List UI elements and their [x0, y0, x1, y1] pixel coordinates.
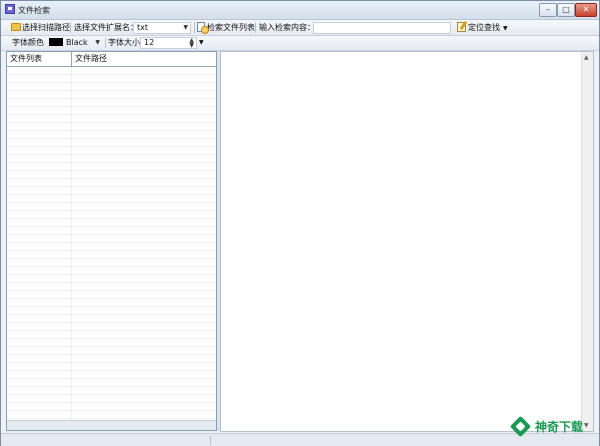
table-row[interactable]	[7, 227, 216, 235]
table-row[interactable]	[7, 131, 216, 139]
toolbar-separator	[194, 22, 195, 33]
table-row[interactable]	[7, 387, 216, 395]
ext-value: txt	[137, 23, 149, 32]
table-row[interactable]	[7, 355, 216, 363]
search-label: 输入检索内容：	[259, 23, 315, 32]
font-color-value: Black	[66, 38, 88, 47]
table-row[interactable]	[7, 307, 216, 315]
table-row[interactable]	[7, 219, 216, 227]
table-row[interactable]	[7, 267, 216, 275]
column-header-file-path[interactable]: 文件路径	[72, 52, 216, 66]
toolbar-separator	[70, 22, 71, 33]
table-row[interactable]	[7, 323, 216, 331]
font-size-input[interactable]: 12 ▲ ▼	[140, 37, 197, 49]
table-row[interactable]	[7, 163, 216, 171]
table-row[interactable]	[7, 315, 216, 323]
table-row[interactable]	[7, 139, 216, 147]
chevron-down-icon[interactable]: ▼	[503, 25, 508, 32]
column-header-file-list[interactable]: 文件列表	[7, 52, 72, 66]
font-toolbar: 字体颜色 Black ▼ 字体大小 12 ▲ ▼ ▼	[1, 36, 599, 51]
table-row[interactable]	[7, 403, 216, 411]
table-header: 文件列表 文件路径	[7, 52, 216, 67]
title-bar[interactable]: 文件检索 – □ ✕	[1, 1, 599, 20]
close-button[interactable]: ✕	[575, 3, 597, 17]
window-title: 文件检索	[18, 6, 50, 15]
scan-path-button[interactable]: 选择扫描路径	[11, 21, 70, 34]
watermark-text: 神奇下载	[535, 420, 584, 434]
list-search-icon	[197, 22, 209, 34]
content-viewer[interactable]: ▲ ▼	[220, 51, 594, 432]
chevron-down-icon[interactable]: ▼	[95, 38, 100, 48]
horizontal-scrollbar[interactable]	[7, 420, 216, 430]
status-bar	[1, 433, 599, 446]
table-row[interactable]	[7, 195, 216, 203]
chevron-down-icon[interactable]: ▼	[199, 39, 204, 46]
spinner-arrows-icon[interactable]: ▲ ▼	[189, 38, 194, 49]
table-row[interactable]	[7, 187, 216, 195]
font-size-value: 12	[144, 38, 155, 47]
minimize-button[interactable]: –	[539, 3, 557, 17]
minimize-icon: –	[546, 5, 550, 14]
vertical-scrollbar[interactable]: ▲ ▼	[581, 52, 593, 431]
font-size-label: 字体大小	[108, 38, 140, 47]
maximize-icon: □	[562, 5, 570, 14]
table-row[interactable]	[7, 379, 216, 387]
table-body[interactable]	[7, 67, 216, 422]
table-row[interactable]	[7, 91, 216, 99]
chevron-down-icon[interactable]: ▼	[183, 23, 188, 33]
maximize-button[interactable]: □	[557, 3, 575, 17]
folder-icon	[11, 23, 21, 31]
app-window: 文件检索 – □ ✕ 选择扫描路径 选择文件扩展名： txt ▼ 检索文件列表 …	[0, 0, 600, 446]
search-input[interactable]	[313, 22, 451, 34]
table-row[interactable]	[7, 339, 216, 347]
table-row[interactable]	[7, 243, 216, 251]
toolbar-separator	[255, 22, 256, 33]
table-row[interactable]	[7, 171, 216, 179]
list-search-button[interactable]: 检索文件列表	[197, 21, 255, 34]
list-search-label: 检索文件列表	[207, 23, 255, 32]
table-row[interactable]	[7, 259, 216, 267]
table-row[interactable]	[7, 363, 216, 371]
app-icon	[5, 4, 15, 14]
table-row[interactable]	[7, 251, 216, 259]
locate-button[interactable]: 定位查找 ▼	[457, 21, 508, 34]
color-swatch	[49, 38, 63, 46]
table-row[interactable]	[7, 371, 216, 379]
table-row[interactable]	[7, 411, 216, 419]
font-color-combobox[interactable]: Black ▼	[45, 37, 103, 49]
font-color-label: 字体颜色	[12, 38, 44, 47]
table-row[interactable]	[7, 147, 216, 155]
table-row[interactable]	[7, 67, 216, 75]
table-row[interactable]	[7, 99, 216, 107]
table-row[interactable]	[7, 203, 216, 211]
table-row[interactable]	[7, 115, 216, 123]
table-row[interactable]	[7, 107, 216, 115]
locate-icon	[457, 22, 466, 32]
ext-label: 选择文件扩展名：	[74, 23, 138, 32]
table-row[interactable]	[7, 291, 216, 299]
table-row[interactable]	[7, 123, 216, 131]
table-row[interactable]	[7, 395, 216, 403]
scan-path-label: 选择扫描路径	[22, 23, 70, 32]
table-row[interactable]	[7, 155, 216, 163]
table-row[interactable]	[7, 211, 216, 219]
ext-combobox[interactable]: txt ▼	[133, 22, 191, 34]
close-icon: ✕	[582, 5, 590, 14]
scroll-down-icon[interactable]: ▼	[584, 422, 589, 429]
table-row[interactable]	[7, 331, 216, 339]
status-separator	[210, 436, 211, 445]
table-row[interactable]	[7, 75, 216, 83]
table-row[interactable]	[7, 83, 216, 91]
table-row[interactable]	[7, 283, 216, 291]
scroll-up-icon[interactable]: ▲	[584, 54, 589, 61]
table-row[interactable]	[7, 347, 216, 355]
file-list-table[interactable]: 文件列表 文件路径	[6, 51, 217, 431]
main-toolbar: 选择扫描路径 选择文件扩展名： txt ▼ 检索文件列表 输入检索内容： 定位查…	[1, 20, 599, 36]
table-row[interactable]	[7, 299, 216, 307]
locate-label: 定位查找	[468, 23, 500, 32]
toolbar-separator	[105, 38, 106, 48]
table-row[interactable]	[7, 235, 216, 243]
table-row[interactable]	[7, 275, 216, 283]
table-row[interactable]	[7, 179, 216, 187]
